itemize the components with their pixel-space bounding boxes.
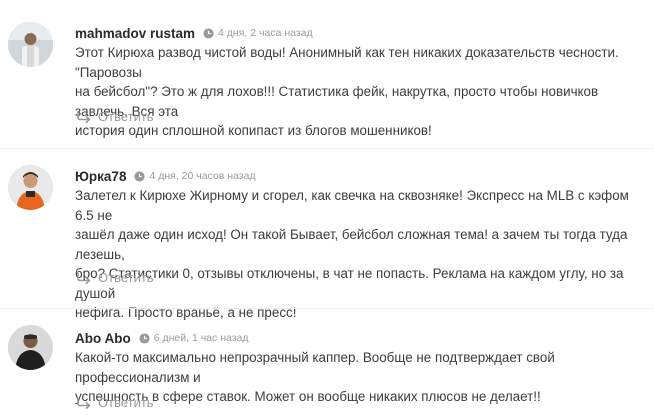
clock-icon <box>134 170 145 182</box>
comment-text: Этот Кирюха развод чистой воды! Анонимны… <box>75 43 635 141</box>
comment-time: 6 дней, 1 час назад <box>153 332 249 344</box>
author-name[interactable]: mahmadov rustam <box>75 26 195 41</box>
reply-button[interactable]: Ответить <box>77 270 154 285</box>
reply-arrow-icon <box>77 111 91 123</box>
divider <box>0 308 654 309</box>
reply-arrow-icon <box>77 397 91 409</box>
avatar[interactable] <box>8 165 53 210</box>
comment-meta: Abo Abo 6 дней, 1 час назад <box>75 329 249 347</box>
reply-arrow-icon <box>77 272 91 284</box>
comment-text-line: на бейсбол"? Это ж для лохов!!! Статисти… <box>75 84 599 119</box>
comment-time: 4 дня, 2 часа назад <box>218 27 313 39</box>
clock-icon <box>139 332 150 344</box>
comment-meta: mahmadov rustam 4 дня, 2 часа назад <box>75 24 313 42</box>
avatar[interactable] <box>8 22 53 67</box>
comment-text-line: история один сплошной копипаст из блогов… <box>75 123 432 138</box>
author-name[interactable]: Abo Abo <box>75 331 131 346</box>
reply-label: Ответить <box>98 109 154 124</box>
reply-button[interactable]: Ответить <box>77 395 154 410</box>
reply-button[interactable]: Ответить <box>77 109 154 124</box>
author-name[interactable]: Юрка78 <box>75 169 126 184</box>
comment-text-line: Этот Кирюха развод чистой воды! Анонимны… <box>75 45 619 80</box>
comment-text-line: нефига. Просто враньё, а не пресс! <box>75 305 297 320</box>
comment-text-line: бро? Статистики 0, отзывы отключены, в ч… <box>75 266 624 301</box>
comment-text-line: Залетел к Кирюхе Жирному и сгорел, как с… <box>75 188 629 223</box>
clock-icon <box>203 27 214 39</box>
comment-text-line: Какой-то максимально непрозрачный каппер… <box>75 350 555 385</box>
comment-text-line: успешность в сфере ставок. Может он вооб… <box>75 389 541 404</box>
avatar[interactable] <box>8 325 53 370</box>
comment-time: 4 дня, 20 часов назад <box>149 170 256 182</box>
reply-label: Ответить <box>98 395 154 410</box>
comment-text-line: зашёл даже один исход! Он такой Бывает, … <box>75 227 628 262</box>
reply-label: Ответить <box>98 270 154 285</box>
comment-text: Залетел к Кирюхе Жирному и сгорел, как с… <box>75 186 635 323</box>
comment-meta: Юрка78 4 дня, 20 часов назад <box>75 167 256 185</box>
comment-text: Какой-то максимально непрозрачный каппер… <box>75 348 635 407</box>
divider <box>0 148 654 149</box>
